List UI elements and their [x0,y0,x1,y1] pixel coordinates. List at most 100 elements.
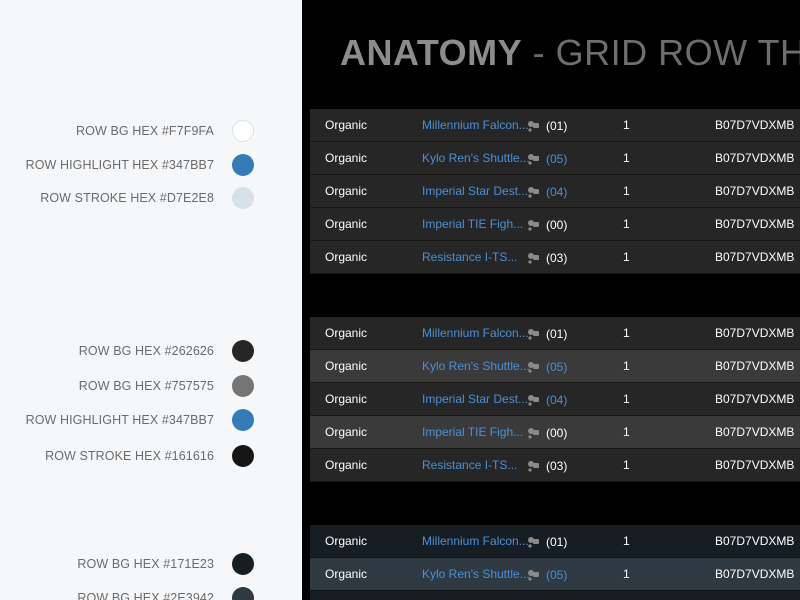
row-asin: B07D7VDXMB [715,458,795,472]
grid-row[interactable]: Organic Resistance I-TS... (03) 1 B07D7VDXMB [310,241,800,274]
row-asin: B07D7VDXMB [715,567,795,581]
legend-item: ROW BG HEX #2E3942 [77,585,254,600]
variant-icon [527,328,539,340]
title-rest: - GRID ROW THE [532,32,800,73]
row-type: Organic [325,458,368,472]
legend-label: ROW BG HEX #F7F9FA [76,124,214,138]
product-name-link[interactable]: Kylo Ren's Shuttle... [422,142,530,175]
variant-icon [527,536,539,548]
row-type: Organic [325,118,368,132]
variant-icon [527,219,539,231]
grid-row[interactable]: Organic Imperial TIE Figh... (00) 1 B07D7VDX… [310,416,800,449]
row-asin: B07D7VDXMB [715,184,795,198]
product-name-link[interactable]: Kylo Ren's Shuttle... [422,350,530,383]
row-asin: B07D7VDXMB [715,217,795,231]
row-asin: B07D7VDXMB [715,326,795,340]
grid-row[interactable]: Organic Kylo Ren's Shuttle... (05) 1 B07D7VD… [310,558,800,591]
legend-label: ROW STROKE HEX #D7E2E8 [40,191,214,205]
row-type: Organic [325,250,368,264]
grid-row[interactable]: Organic Resistance I-TS... (03) 1 B07D7VDXMB [310,449,800,482]
variant-icon [527,252,539,264]
grid-row[interactable]: Organic Millennium Falcon... (01) 1 B07D7VDX… [310,109,800,142]
grid-row[interactable]: Organic Millennium Falcon... (01) 1 B07D7VDX… [310,525,800,558]
row-quantity: 1 [623,567,630,581]
legend-label: ROW BG HEX #171E23 [77,557,214,571]
legend-label: ROW STROKE HEX #161616 [45,449,214,463]
color-swatch [232,445,254,467]
anatomy-preview: ANATOMY - GRID ROW THE Organic Millennium… [302,0,800,600]
legend-label: ROW BG HEX #2E3942 [77,591,214,600]
grid-row[interactable]: Organic Imperial TIE Figh... (00) 1 B07D7VDX… [310,208,800,241]
color-swatch [232,154,254,176]
row-type: Organic [325,534,368,548]
color-swatch [232,120,254,142]
grid-row[interactable]: Organic Millennium Falcon... (01) 1 B07D7VDX… [310,317,800,350]
product-name-link[interactable]: Kylo Ren's Shuttle... [422,558,530,591]
color-swatch [232,340,254,362]
grid-row[interactable]: Organic Kylo Ren's Shuttle... (05) 1 B07D7VD… [310,350,800,383]
row-quantity: 1 [623,250,630,264]
color-swatch [232,553,254,575]
row-quantity: 1 [623,425,630,439]
row-quantity: 1 [623,392,630,406]
row-type: Organic [325,425,368,439]
legend-label: ROW HIGHLIGHT HEX #347BB7 [25,413,214,427]
variant-count[interactable]: (05) [546,142,567,175]
product-name-link[interactable]: Imperial Star Dest... [422,175,528,208]
row-asin: B07D7VDXMB [715,392,795,406]
color-swatch [232,187,254,209]
row-quantity: 1 [623,359,630,373]
variant-icon [527,361,539,373]
variant-count: (00) [546,218,568,232]
legend-item: ROW HIGHLIGHT HEX #347BB7 [26,152,254,178]
row-type: Organic [325,326,368,340]
grid-row[interactable]: Organic Imperial Star Dest... (04) 1 B07D7VD… [310,383,800,416]
product-name-link[interactable]: Imperial TIE Figh... [422,416,523,449]
product-name-link[interactable]: Millennium Falcon... [422,525,529,558]
variant-icon [527,153,539,165]
variant-count[interactable]: (04) [546,383,567,416]
variant-icon [527,427,539,439]
page-title: ANATOMY - GRID ROW THE [340,32,800,74]
row-type: Organic [325,151,368,165]
variant-count[interactable]: (05) [546,558,567,591]
legend-item: ROW HIGHLIGHT HEX #347BB7 [26,407,254,433]
variant-count[interactable]: (04) [546,175,567,208]
product-name-link[interactable]: Millennium Falcon... [422,317,529,350]
row-type: Organic [325,217,368,231]
grid-row[interactable] [310,591,800,600]
legend-item: ROW BG HEX #262626 [79,338,254,364]
grid-row[interactable]: Organic Kylo Ren's Shuttle... (05) 1 B07D7VD… [310,142,800,175]
grid-theme-3: Organic Millennium Falcon... (01) 1 B07D7VDX… [310,525,800,600]
legend-label: ROW BG HEX #757575 [78,379,214,393]
row-quantity: 1 [623,184,630,198]
legend-label: ROW HIGHLIGHT HEX #347BB7 [25,158,214,172]
row-asin: B07D7VDXMB [715,534,795,548]
variant-count[interactable]: (05) [546,350,567,383]
variant-icon [527,569,539,581]
color-swatch [232,409,254,431]
row-quantity: 1 [623,458,630,472]
row-asin: B07D7VDXMB [715,118,795,132]
row-type: Organic [325,392,368,406]
row-quantity: 1 [623,217,630,231]
grid-row[interactable]: Organic Imperial Star Dest... (04) 1 B07D7VD… [310,175,800,208]
product-name-link[interactable]: Resistance I-TS... [422,241,517,274]
row-type: Organic [325,567,368,581]
legend-item: ROW BG HEX #171E23 [77,551,254,577]
product-name-link[interactable]: Millennium Falcon... [422,109,529,142]
color-swatch [232,587,254,600]
row-type: Organic [325,184,368,198]
legend-panel: ROW BG HEX #F7F9FA ROW HIGHLIGHT HEX #347… [0,0,302,600]
variant-icon [527,394,539,406]
legend-item: ROW STROKE HEX #161616 [45,443,254,469]
row-quantity: 1 [623,118,630,132]
row-asin: B07D7VDXMB [715,250,795,264]
legend-item: ROW BG HEX #757575 [79,373,254,399]
product-name-link[interactable]: Imperial Star Dest... [422,383,528,416]
row-quantity: 1 [623,534,630,548]
variant-count: (03) [546,251,568,265]
product-name-link[interactable]: Imperial TIE Figh... [422,208,523,241]
row-asin: B07D7VDXMB [715,151,795,165]
product-name-link[interactable]: Resistance I-TS... [422,449,517,482]
